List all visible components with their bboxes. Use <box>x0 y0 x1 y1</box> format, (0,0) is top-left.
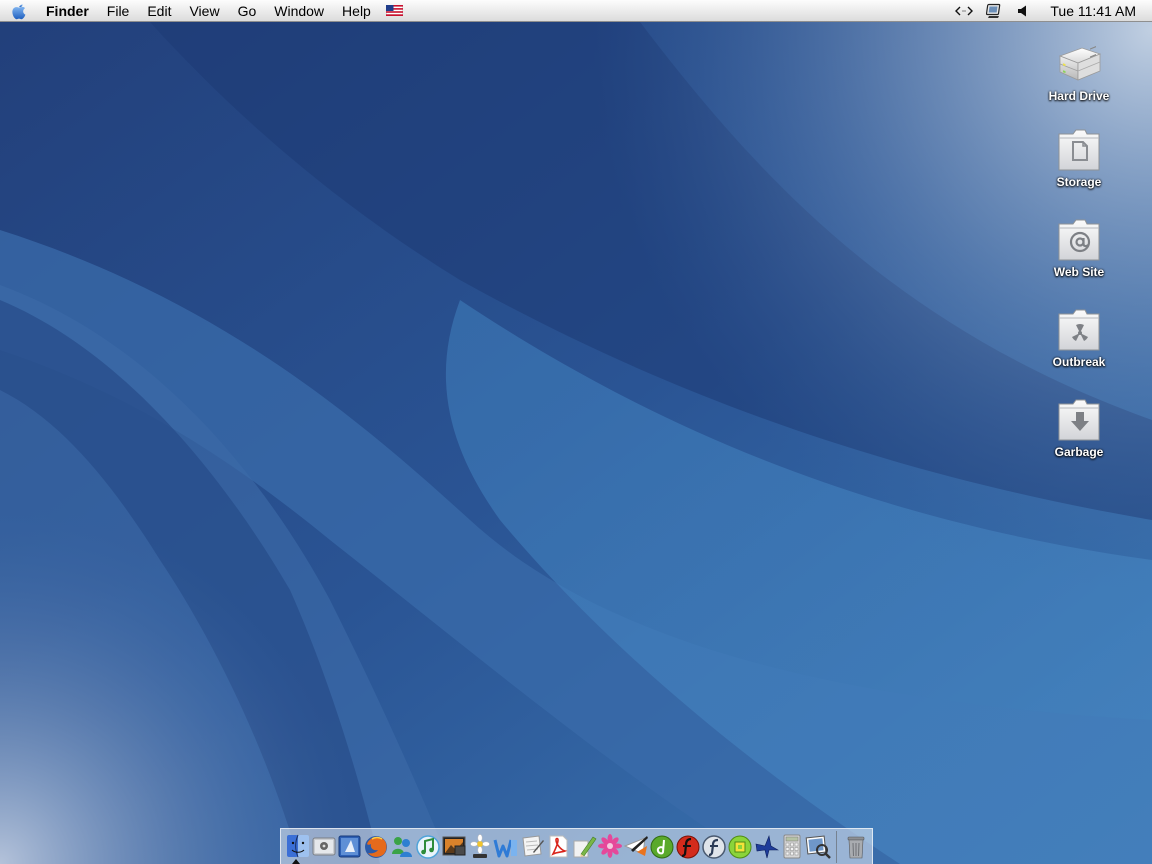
volume-menu[interactable] <box>1010 0 1036 22</box>
dock-item-firefox[interactable] <box>363 832 389 860</box>
desktop-icon-garbage[interactable]: Garbage <box>1036 396 1122 459</box>
menu-extras: Tue 11:41 AM <box>948 0 1152 22</box>
hard-drive-icon <box>1058 46 1102 81</box>
desktop-icon-label: Hard Drive <box>1048 89 1110 103</box>
us-flag-icon <box>385 5 403 16</box>
desktop-icon-label: Storage <box>1056 175 1102 189</box>
display-menu-icon <box>986 3 1001 18</box>
firefox-icon <box>365 836 387 858</box>
script-menu[interactable] <box>948 0 980 22</box>
dock-item-system-preferences[interactable] <box>311 832 337 860</box>
dock-item-word[interactable] <box>493 832 519 860</box>
textedit-icon <box>522 835 544 857</box>
menu-bar: Finder File Edit View Go Window Help Tue… <box>0 0 1152 22</box>
dock-item-textedit[interactable] <box>519 832 545 860</box>
messenger-icon <box>392 837 412 857</box>
system-preferences-icon <box>312 837 336 856</box>
dock-item-flower-app[interactable] <box>597 832 623 860</box>
dock-item-iphoto[interactable] <box>441 832 467 860</box>
display-menu[interactable] <box>980 0 1010 22</box>
desktop-wallpaper <box>0 0 1152 864</box>
dock-item-trash[interactable] <box>843 832 869 860</box>
menu-window[interactable]: Window <box>265 0 333 22</box>
menu-edit[interactable]: Edit <box>138 0 180 22</box>
dock <box>280 828 873 864</box>
dock-item-messenger[interactable] <box>389 832 415 860</box>
dock-item-fireworks-app[interactable] <box>623 832 649 860</box>
preview-icon <box>805 835 831 859</box>
at-sign-folder-icon <box>1058 219 1100 261</box>
safari-icon <box>338 835 361 858</box>
dock-item-preview[interactable] <box>805 832 831 860</box>
menu-help[interactable]: Help <box>333 0 380 22</box>
document-folder-icon <box>1058 129 1100 171</box>
desktop-icon-outbreak[interactable]: Outbreak <box>1036 306 1122 369</box>
menu-finder[interactable]: Finder <box>38 0 98 22</box>
dock-item-director[interactable] <box>675 832 701 860</box>
calculator-icon <box>783 834 801 859</box>
dock-separator <box>836 831 837 863</box>
desktop-icon-web-site[interactable]: Web Site <box>1036 216 1122 279</box>
dock-item-flower-utility[interactable] <box>467 832 493 860</box>
green-square-app-icon <box>728 835 752 859</box>
word-icon <box>493 839 517 858</box>
desktop[interactable]: Finder File Edit View Go Window Help Tue… <box>0 0 1152 864</box>
dreamweaver-icon <box>650 835 674 859</box>
download-folder-icon <box>1058 399 1100 441</box>
desktop-icon-storage[interactable]: Storage <box>1036 126 1122 189</box>
director-icon <box>676 835 700 859</box>
apple-menu[interactable] <box>0 0 38 22</box>
dock-item-blue-bird-app[interactable] <box>753 832 780 860</box>
desktop-icon-hard-drive[interactable]: Hard Drive <box>1036 42 1122 103</box>
desktop-icon-label: Web Site <box>1053 265 1105 279</box>
itunes-icon <box>416 835 440 859</box>
dock-item-itunes[interactable] <box>415 832 441 860</box>
menu-file[interactable]: File <box>98 0 139 22</box>
dock-item-green-square-app[interactable] <box>727 832 753 860</box>
dock-item-dreamweaver[interactable] <box>649 832 675 860</box>
dock-item-calculator[interactable] <box>779 832 805 860</box>
radiation-folder-icon <box>1058 309 1100 351</box>
iphoto-icon <box>442 836 466 856</box>
dock-item-acrobat[interactable] <box>545 832 571 860</box>
flash-icon <box>702 835 726 859</box>
flower-utility-icon <box>470 834 490 858</box>
desktop-icon-label: Garbage <box>1054 445 1104 459</box>
running-indicator <box>292 859 300 864</box>
dock-item-flash[interactable] <box>701 832 727 860</box>
volume-icon <box>1018 5 1027 17</box>
menu-clock[interactable]: Tue 11:41 AM <box>1036 0 1152 22</box>
blue-bird-app-icon <box>755 834 780 859</box>
desktop-icon-label: Outbreak <box>1052 355 1106 369</box>
dock-item-finder[interactable] <box>285 832 311 860</box>
fireworks-app-icon <box>623 836 648 856</box>
pencil-app-icon <box>573 836 597 858</box>
menu-go[interactable]: Go <box>229 0 266 22</box>
apple-logo-icon <box>12 3 26 19</box>
trash-icon <box>847 836 865 859</box>
dock-item-safari[interactable] <box>337 832 363 860</box>
flower-app-icon <box>598 834 622 858</box>
acrobat-icon <box>549 835 568 858</box>
finder-icon <box>287 834 309 858</box>
dock-item-pencil-app[interactable] <box>571 832 597 860</box>
input-menu[interactable] <box>385 0 403 22</box>
script-menu-icon <box>955 6 974 16</box>
menu-view[interactable]: View <box>180 0 228 22</box>
